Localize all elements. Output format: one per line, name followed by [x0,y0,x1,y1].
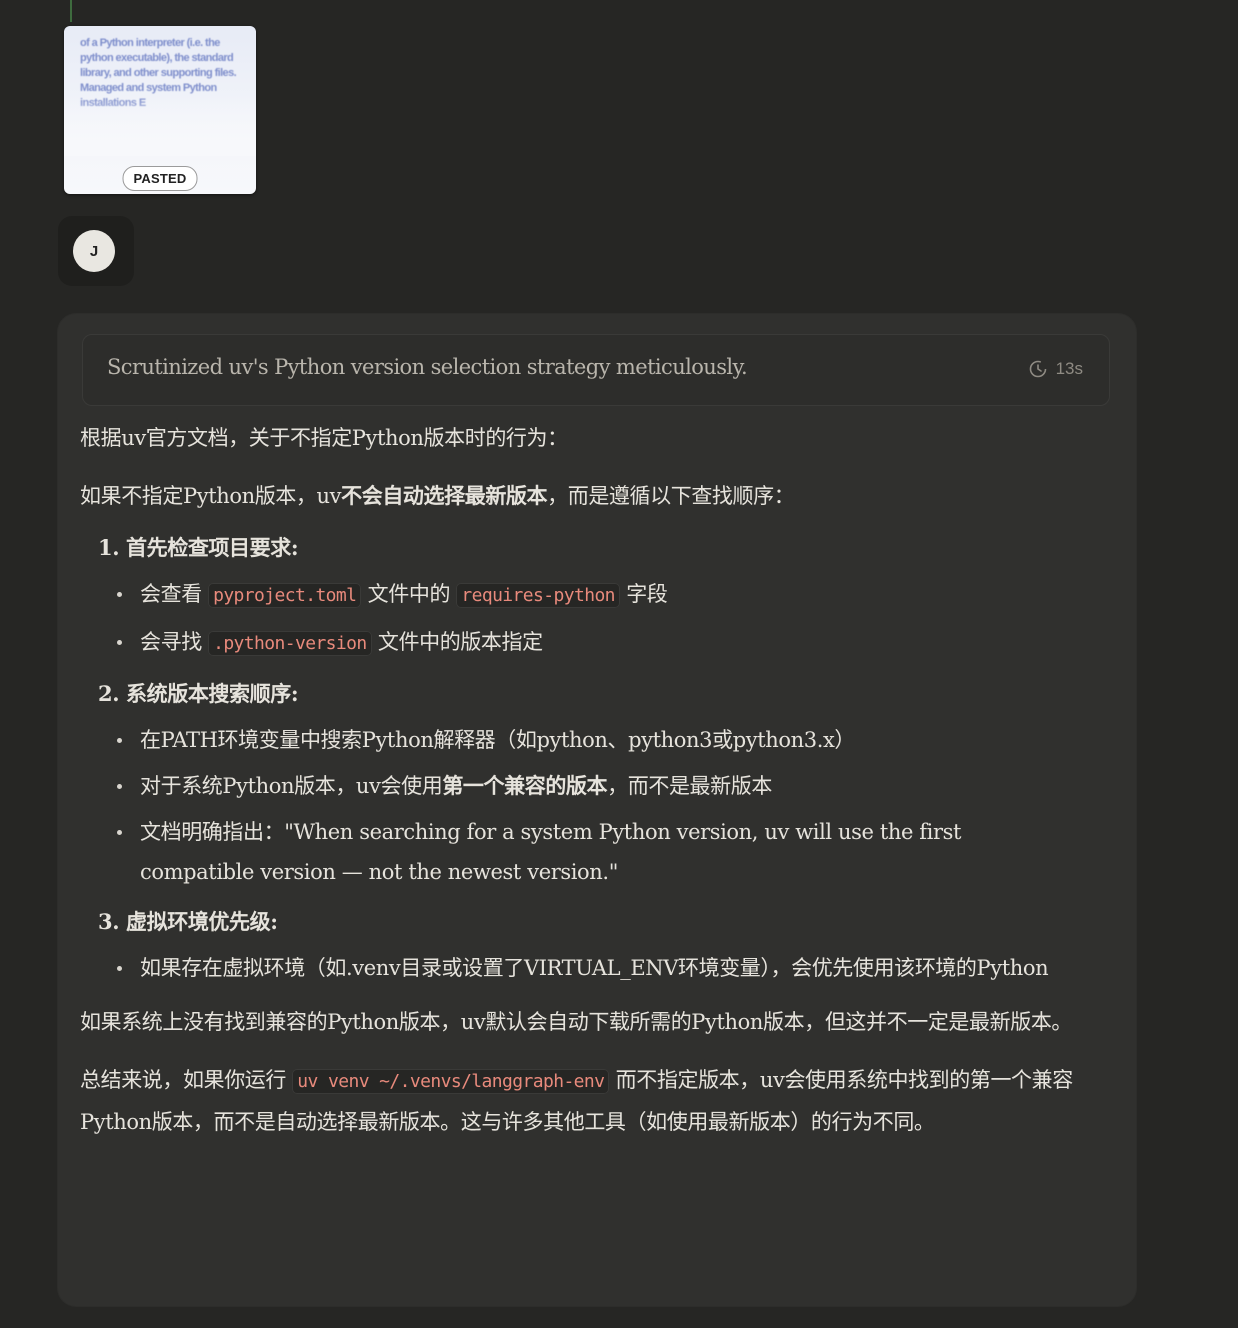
fallback-paragraph: 如果系统上没有找到兼容的Python版本，uv默认会自动下载所需的Python版… [80,1010,1073,1034]
bullet-list: 在PATH环境变量中搜索Python解释器（如python、python3或py… [80,720,1080,892]
lead-paragraph: 如果不指定Python版本，uv不会自动选择最新版本，而是遵循以下查找顺序： [80,483,795,508]
assistant-response: Scrutinized uv's Python version selectio… [58,314,1136,1306]
list-item: 对于系统Python版本，uv会使用第一个兼容的版本，而不是最新版本 [117,766,1080,806]
list-item: 会查看 pyproject.toml 文件中的 requires-python … [117,574,1080,616]
clock-icon [1028,359,1048,379]
pasted-fade [64,96,256,156]
section-3: 3. 虚拟环境优先级: 如果存在虚拟环境（如.venv目录或设置了VIRTUAL… [80,902,1080,988]
user-avatar-container: J [58,216,134,286]
avatar[interactable]: J [73,230,115,272]
section-title: 2. 系统版本搜索顺序: [98,681,299,706]
summary-paragraph: 总结来说，如果你运行 uv venv ~/.venvs/langgraph-en… [80,1068,1073,1134]
divider [70,0,72,22]
bullet-list: 如果存在虚拟环境（如.venv目录或设置了VIRTUAL_ENV环境变量），会优… [80,948,1080,988]
response-body: 根据uv官方文档，关于不指定Python版本时的行为： 如果不指定Python版… [80,418,1080,1142]
section-title: 1. 首先检查项目要求: [98,535,299,560]
inline-code: pyproject.toml [208,583,362,608]
duration-text: 13s [1055,359,1083,378]
section-1: 1. 首先检查项目要求: 会查看 pyproject.toml 文件中的 req… [80,528,1080,664]
thinking-title: Scrutinized uv's Python version selectio… [107,355,748,379]
chat-page: of a Python interpreter (i.e. the python… [0,0,1238,1328]
list-item: 会寻找 .python-version 文件中的版本指定 [117,622,1080,664]
section-2: 2. 系统版本搜索顺序: 在PATH环境变量中搜索Python解释器（如pyth… [80,674,1080,892]
thinking-duration: 13s [1028,359,1083,379]
inline-code: uv venv ~/.venvs/langgraph-env [292,1069,610,1094]
bullet-list: 会查看 pyproject.toml 文件中的 requires-python … [80,574,1080,664]
list-item: 文档明确指出："When searching for a system Pyth… [117,812,1080,892]
pasted-badge: PASTED [122,166,198,191]
thinking-summary[interactable]: Scrutinized uv's Python version selectio… [82,334,1110,406]
list-item: 如果存在虚拟环境（如.venv目录或设置了VIRTUAL_ENV环境变量），会优… [117,948,1080,988]
section-title: 3. 虚拟环境优先级: [98,909,278,934]
inline-code: requires-python [456,583,620,608]
inline-code: .python-version [208,631,372,656]
list-item: 在PATH环境变量中搜索Python解释器（如python、python3或py… [117,720,1080,760]
intro-paragraph: 根据uv官方文档，关于不指定Python版本时的行为： [80,426,568,450]
pasted-attachment[interactable]: of a Python interpreter (i.e. the python… [64,26,256,194]
